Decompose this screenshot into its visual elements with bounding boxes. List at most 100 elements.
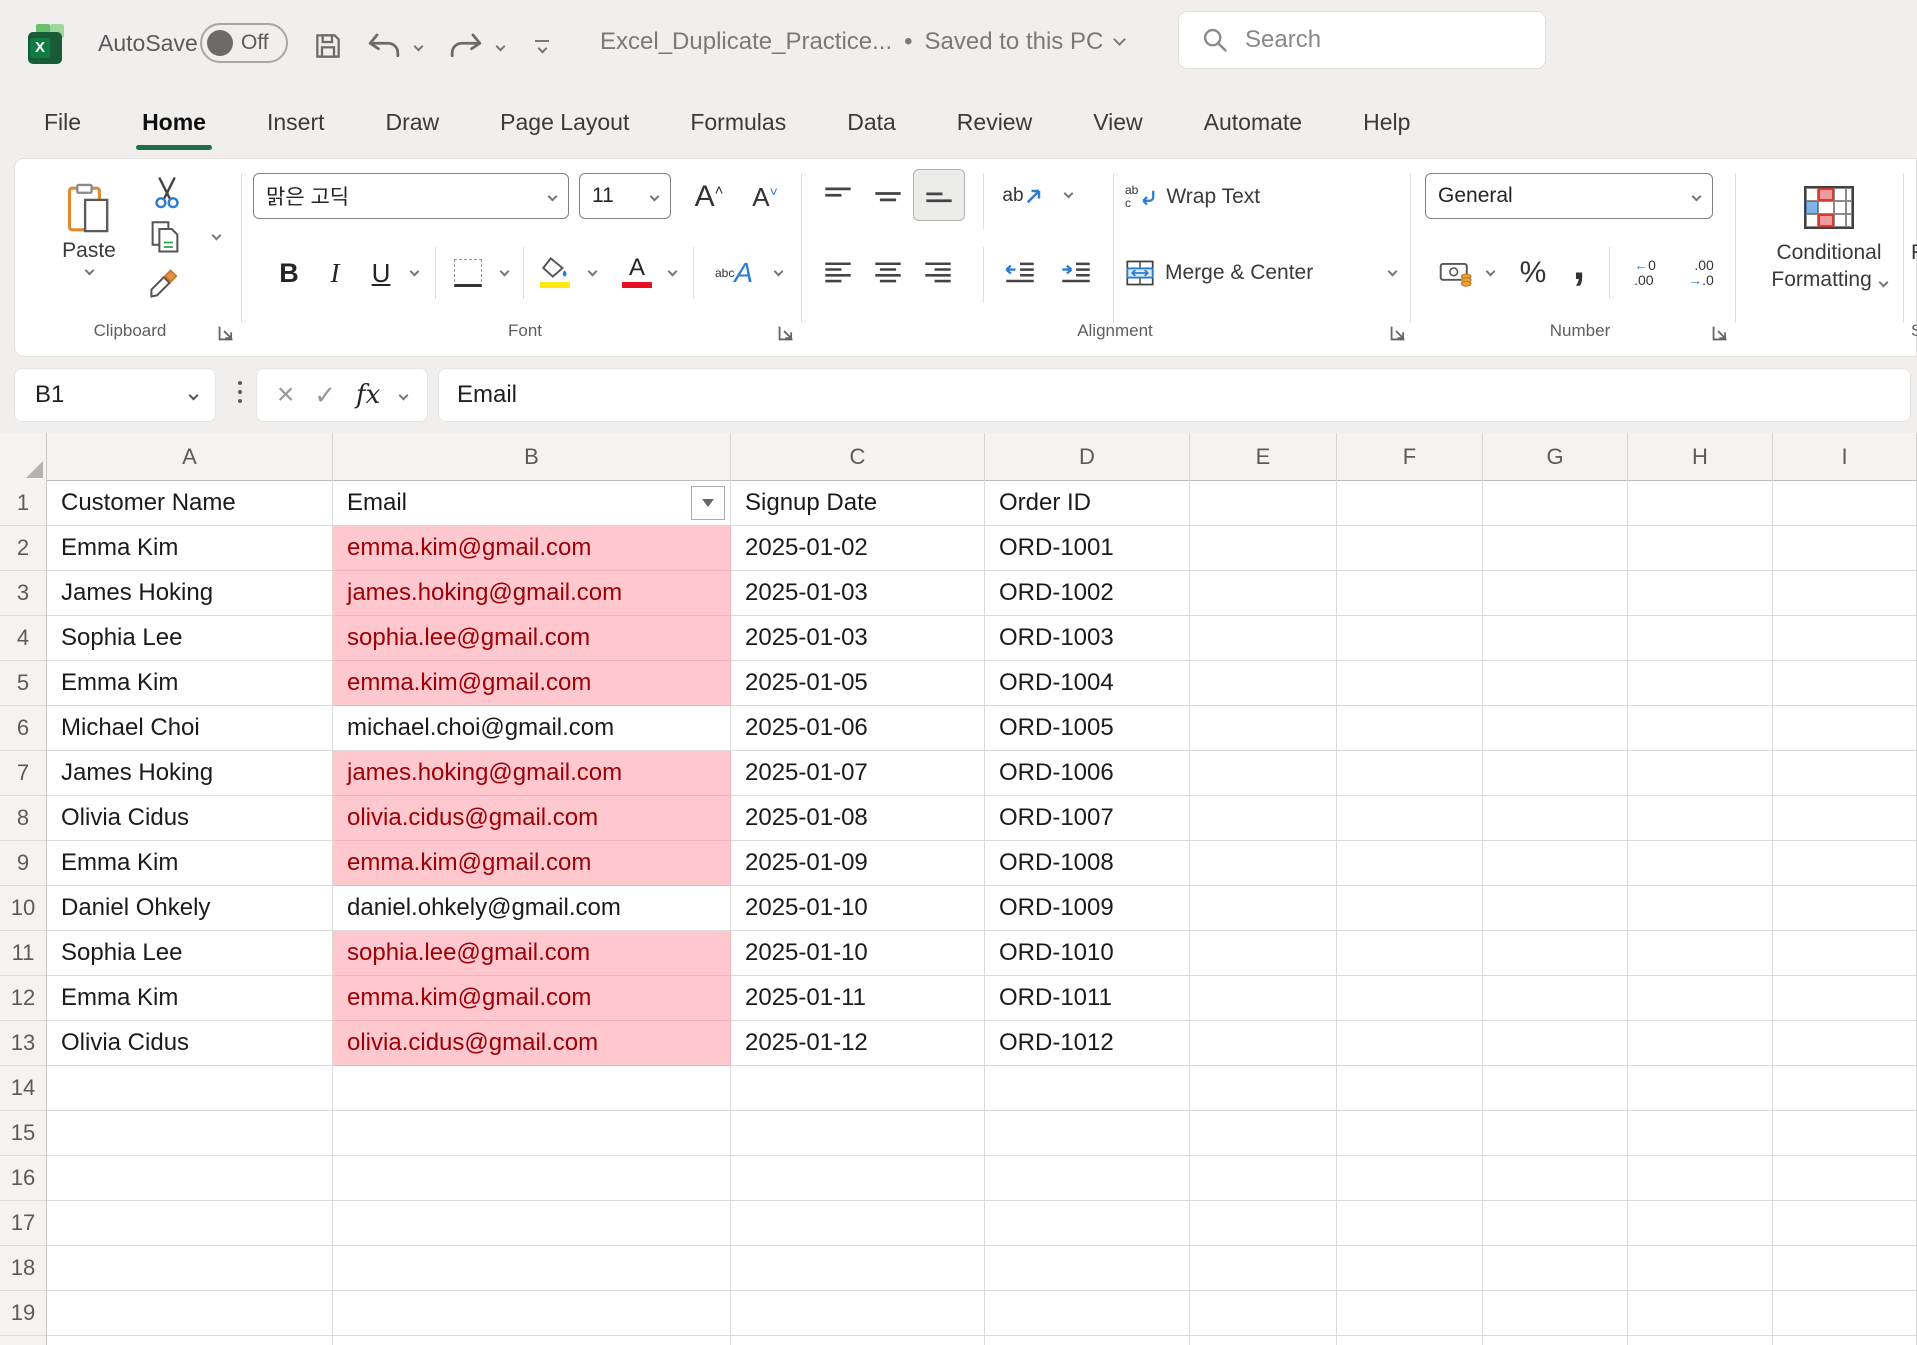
cell-F16[interactable] xyxy=(1337,1156,1483,1201)
cell-C5[interactable]: 2025-01-05 xyxy=(731,661,985,706)
tab-file[interactable]: File xyxy=(42,101,83,150)
cell-D15[interactable] xyxy=(985,1111,1190,1156)
cell-A7[interactable]: James Hoking xyxy=(47,751,333,796)
cell-C20[interactable] xyxy=(731,1336,985,1345)
cell-A8[interactable]: Olivia Cidus xyxy=(47,796,333,841)
column-header-G[interactable]: G xyxy=(1483,433,1628,481)
wrap-text-button[interactable]: ab c Wrap Text xyxy=(1125,175,1385,219)
tab-draw[interactable]: Draw xyxy=(384,101,442,150)
fill-color-button[interactable] xyxy=(533,249,577,295)
cell-F17[interactable] xyxy=(1337,1201,1483,1246)
cell-D18[interactable] xyxy=(985,1246,1190,1291)
formula-bar-grip[interactable] xyxy=(238,381,242,403)
cell-H18[interactable] xyxy=(1628,1246,1773,1291)
email-filter-dropdown[interactable] xyxy=(691,486,725,520)
undo-button[interactable] xyxy=(364,26,404,66)
cell-G5[interactable] xyxy=(1483,661,1628,706)
borders-button[interactable] xyxy=(447,253,489,293)
row-header-14[interactable]: 14 xyxy=(0,1066,47,1111)
enter-icon[interactable]: ✓ xyxy=(314,380,336,411)
cell-B8[interactable]: olivia.cidus@gmail.com xyxy=(333,796,731,841)
cell-I13[interactable] xyxy=(1773,1021,1917,1066)
cell-I7[interactable] xyxy=(1773,751,1917,796)
cell-B14[interactable] xyxy=(333,1066,731,1111)
cell-F10[interactable] xyxy=(1337,886,1483,931)
increase-indent-button[interactable] xyxy=(1051,251,1101,295)
column-header-B[interactable]: B xyxy=(333,433,731,481)
cell-D2[interactable]: ORD-1001 xyxy=(985,526,1190,571)
cell-H3[interactable] xyxy=(1628,571,1773,616)
cell-H6[interactable] xyxy=(1628,706,1773,751)
cell-H14[interactable] xyxy=(1628,1066,1773,1111)
cell-G4[interactable] xyxy=(1483,616,1628,661)
cell-H10[interactable] xyxy=(1628,886,1773,931)
bottom-align-button-selected[interactable] xyxy=(913,169,965,221)
decrease-indent-button[interactable] xyxy=(995,251,1045,295)
redo-dropdown[interactable] xyxy=(490,26,510,66)
cell-I19[interactable] xyxy=(1773,1291,1917,1336)
cell-H8[interactable] xyxy=(1628,796,1773,841)
cell-B7[interactable]: james.hoking@gmail.com xyxy=(333,751,731,796)
cell-D4[interactable]: ORD-1003 xyxy=(985,616,1190,661)
cell-G8[interactable] xyxy=(1483,796,1628,841)
cell-H15[interactable] xyxy=(1628,1111,1773,1156)
cell-B18[interactable] xyxy=(333,1246,731,1291)
cell-F18[interactable] xyxy=(1337,1246,1483,1291)
search-input[interactable]: Search xyxy=(1178,11,1546,69)
cell-D19[interactable] xyxy=(985,1291,1190,1336)
column-header-F[interactable]: F xyxy=(1337,433,1483,481)
cell-F15[interactable] xyxy=(1337,1111,1483,1156)
cell-I6[interactable] xyxy=(1773,706,1917,751)
cell-H1[interactable] xyxy=(1628,481,1773,526)
column-header-A[interactable]: A xyxy=(47,433,333,481)
cell-D9[interactable]: ORD-1008 xyxy=(985,841,1190,886)
increase-decimal-button[interactable]: .00→.0 xyxy=(1675,251,1727,295)
cell-B12[interactable]: emma.kim@gmail.com xyxy=(333,976,731,1021)
row-header-19[interactable]: 19 xyxy=(0,1291,47,1336)
merge-center-button[interactable]: Merge & Center xyxy=(1125,251,1373,295)
cell-G1[interactable] xyxy=(1483,481,1628,526)
row-header-20[interactable]: 20 xyxy=(0,1336,47,1345)
cell-A9[interactable]: Emma Kim xyxy=(47,841,333,886)
cell-B6[interactable]: michael.choi@gmail.com xyxy=(333,706,731,751)
cell-E4[interactable] xyxy=(1190,616,1337,661)
cell-H13[interactable] xyxy=(1628,1021,1773,1066)
cell-E5[interactable] xyxy=(1190,661,1337,706)
tab-review[interactable]: Review xyxy=(955,101,1034,150)
row-header-4[interactable]: 4 xyxy=(0,616,47,661)
quick-access-toolbar-button[interactable] xyxy=(528,26,556,66)
column-header-D[interactable]: D xyxy=(985,433,1190,481)
cell-D6[interactable]: ORD-1005 xyxy=(985,706,1190,751)
cell-D14[interactable] xyxy=(985,1066,1190,1111)
tab-home[interactable]: Home xyxy=(140,101,208,150)
cell-C13[interactable]: 2025-01-12 xyxy=(731,1021,985,1066)
row-header-2[interactable]: 2 xyxy=(0,526,47,571)
cell-I14[interactable] xyxy=(1773,1066,1917,1111)
orientation-button[interactable]: ab xyxy=(995,173,1051,219)
borders-dropdown[interactable] xyxy=(493,259,515,283)
cell-A1[interactable]: Customer Name xyxy=(47,481,333,526)
cell-H11[interactable] xyxy=(1628,931,1773,976)
row-header-16[interactable]: 16 xyxy=(0,1156,47,1201)
conditional-formatting-button[interactable]: Conditional Formatting xyxy=(1759,169,1899,309)
row-header-8[interactable]: 8 xyxy=(0,796,47,841)
increase-font-size-button[interactable]: A˄ xyxy=(683,175,735,219)
cell-G15[interactable] xyxy=(1483,1111,1628,1156)
cell-H19[interactable] xyxy=(1628,1291,1773,1336)
cell-I10[interactable] xyxy=(1773,886,1917,931)
cell-B16[interactable] xyxy=(333,1156,731,1201)
cell-I20[interactable] xyxy=(1773,1336,1917,1345)
name-box[interactable]: B1 xyxy=(14,368,216,422)
cell-G17[interactable] xyxy=(1483,1201,1628,1246)
cell-A16[interactable] xyxy=(47,1156,333,1201)
cell-B15[interactable] xyxy=(333,1111,731,1156)
align-right-button[interactable] xyxy=(915,251,961,295)
cell-H7[interactable] xyxy=(1628,751,1773,796)
row-header-7[interactable]: 7 xyxy=(0,751,47,796)
cell-F19[interactable] xyxy=(1337,1291,1483,1336)
font-size-combo[interactable]: 11 xyxy=(579,173,671,219)
italic-button[interactable]: I xyxy=(315,251,355,295)
cell-A13[interactable]: Olivia Cidus xyxy=(47,1021,333,1066)
cell-C6[interactable]: 2025-01-06 xyxy=(731,706,985,751)
cell-C12[interactable]: 2025-01-11 xyxy=(731,976,985,1021)
